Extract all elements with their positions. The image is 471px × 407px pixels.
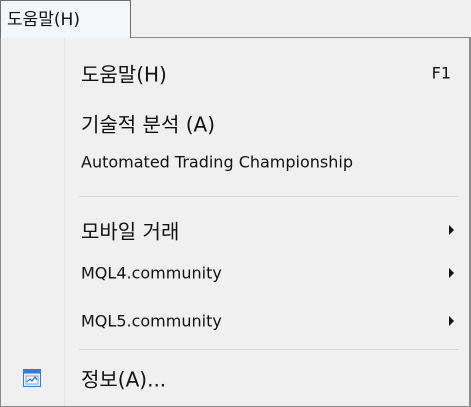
- help-dropdown-menu: 도움말(H) F1 기술적 분석 (A) Automated Trading C…: [0, 37, 471, 407]
- menu-item-mql4-community[interactable]: MQL4.community: [1, 255, 469, 291]
- menu-separator: [79, 349, 459, 350]
- menu-item-label: MQL4.community: [81, 263, 222, 283]
- menu-item-label: MQL5.community: [81, 311, 222, 331]
- menu-item-automated-trading-championship[interactable]: Automated Trading Championship: [1, 144, 469, 180]
- menu-item-mql5-community[interactable]: MQL5.community: [1, 303, 469, 339]
- menu-item-label: Automated Trading Championship: [81, 152, 353, 172]
- submenu-arrow-icon: [449, 316, 454, 326]
- submenu-arrow-icon: [449, 268, 454, 278]
- menu-separator: [79, 196, 459, 197]
- screen: 도움말(H) 도움말(H) F1 기술적 분석 (A) Automated Tr…: [0, 0, 471, 407]
- about-info-icon: [23, 369, 41, 387]
- menu-item-label: 모바일 거래: [81, 219, 180, 244]
- menu-item-help[interactable]: 도움말(H) F1: [1, 55, 469, 91]
- menu-item-mobile-trading[interactable]: 모바일 거래: [1, 212, 469, 248]
- menu-item-label: 기술적 분석 (A): [81, 112, 216, 137]
- menubar-help[interactable]: 도움말(H): [0, 0, 131, 38]
- submenu-arrow-icon: [449, 225, 454, 235]
- menu-item-technical-analysis[interactable]: 기술적 분석 (A): [1, 105, 469, 141]
- menu-item-label: 정보(A)...: [81, 367, 167, 392]
- menu-item-label: 도움말(H): [81, 62, 167, 87]
- menu-item-shortcut: F1: [431, 63, 451, 83]
- menu-item-about[interactable]: 정보(A)...: [1, 360, 469, 396]
